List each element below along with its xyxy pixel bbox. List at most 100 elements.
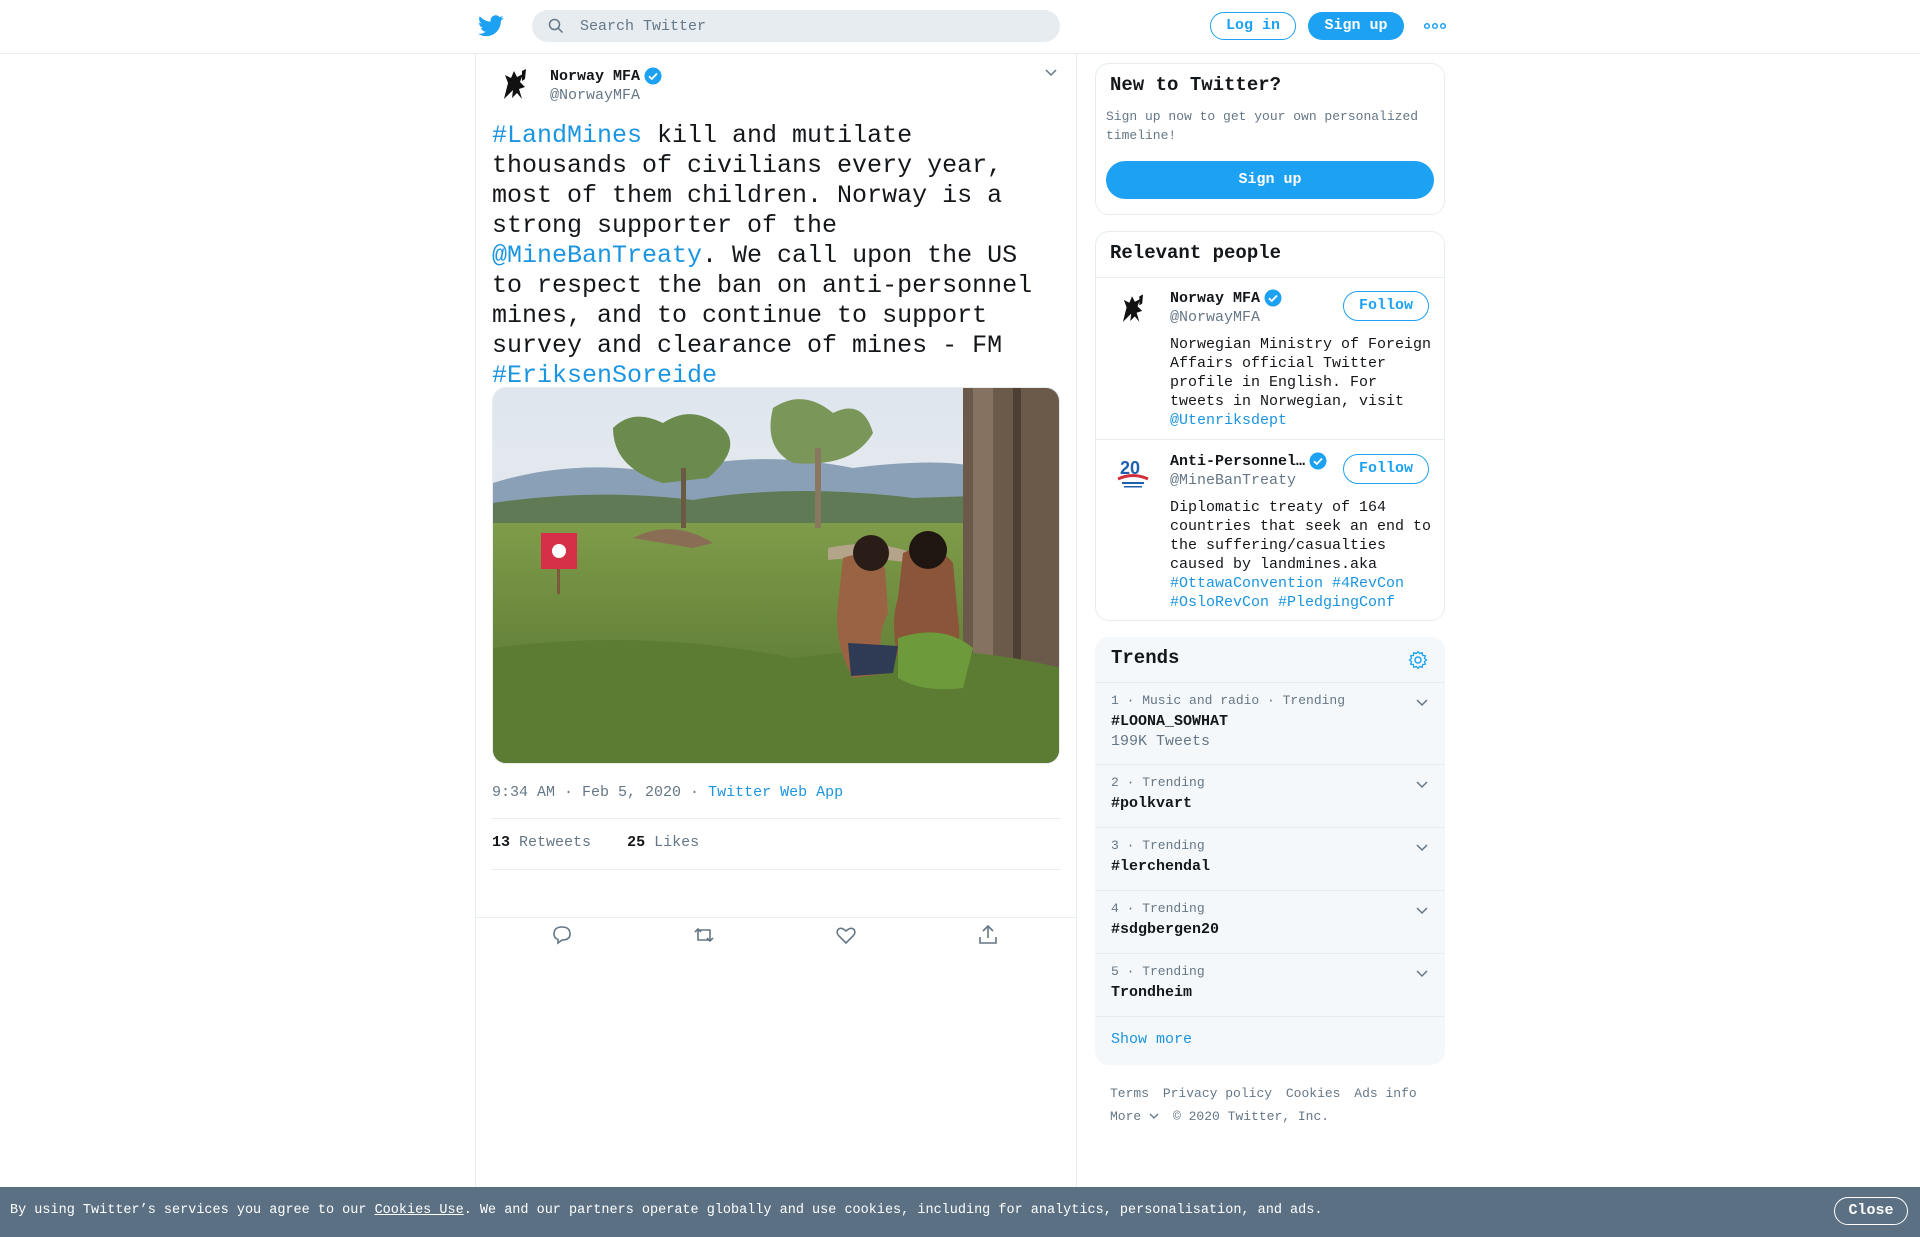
trend-meta: 4 · Trending [1111,901,1205,916]
search-box[interactable] [532,10,1060,42]
signup-button[interactable]: Sign up [1308,12,1404,40]
chevron-down-icon[interactable] [1044,65,1058,79]
norway-lion-logo-icon [492,63,538,109]
trend-item[interactable]: 1 · Music and radio · Trending #LOONA_SO… [1095,682,1445,765]
trend-tweet-count: 199K Tweets [1111,733,1211,750]
trend-name[interactable]: #lerchendal [1111,858,1210,875]
follow-button[interactable]: Follow [1343,291,1429,321]
verified-badge-icon [1309,452,1327,470]
likes-stat[interactable]: 25 Likes [627,834,699,851]
person-handle[interactable]: @MineBanTreaty [1170,472,1296,489]
trend-item[interactable]: 2 · Trending #polkvart [1095,764,1445,828]
person-bio-text: Norwegian Ministry of Foreign Affairs of… [1170,336,1432,410]
person-item[interactable]: 20 Anti-Personnel… @MineBanTreaty Follow… [1096,442,1444,617]
cookie-text: By using Twitter’s services you agree to… [10,1203,375,1218]
follow-button[interactable]: Follow [1343,454,1429,484]
mine-ban-treaty-logo-icon: 20 [1112,452,1154,494]
ads-info-link[interactable]: Ads info [1354,1086,1416,1101]
footer-more-menu[interactable]: More [1110,1109,1159,1124]
show-more-link[interactable]: Show more [1111,1031,1192,1048]
person-item[interactable]: Norway MFA @NorwayMFA Follow Norwegian M… [1096,279,1444,439]
chevron-down-icon[interactable] [1415,903,1429,917]
trend-meta: 3 · Trending [1111,838,1205,853]
tweet-column: Norway MFA @NorwayMFA #LandMines kill an… [475,53,1077,1237]
search-input[interactable] [580,10,1040,42]
more-options-icon[interactable] [1424,20,1446,32]
norway-lion-logo-icon [1112,289,1154,331]
verified-badge-icon [1264,289,1282,307]
divider [492,869,1060,870]
meta-separator: · [690,784,709,801]
tweet-source-link[interactable]: Twitter Web App [708,784,843,801]
terms-link[interactable]: Terms [1110,1086,1149,1101]
like-count: 25 [627,834,646,851]
cookie-message: By using Twitter’s services you agree to… [10,1203,1322,1218]
person-name-text[interactable]: Anti-Personnel… [1170,453,1305,470]
trend-name[interactable]: #LOONA_SOWHAT [1111,713,1228,730]
trend-item[interactable]: 5 · Trending Trondheim [1095,953,1445,1017]
trend-meta: 5 · Trending [1111,964,1205,979]
show-more-row: Show more [1095,1016,1445,1066]
author-name[interactable]: Norway MFA [550,67,662,85]
trend-item[interactable]: 3 · Trending #lerchendal [1095,827,1445,891]
reply-icon[interactable] [550,923,574,947]
bio-hashtag-links[interactable]: #OttawaConvention #4RevCon #OsloRevCon #… [1170,575,1404,611]
person-avatar[interactable] [1112,289,1154,331]
new-to-twitter-title: New to Twitter? [1110,74,1282,96]
cookie-close-button[interactable]: Close [1834,1197,1908,1225]
divider [492,818,1060,819]
new-to-twitter-description: Sign up now to get your own personalized… [1106,109,1419,143]
person-handle[interactable]: @NorwayMFA [1170,309,1260,326]
tweet-actions [492,923,1060,953]
person-name[interactable]: Anti-Personnel… [1170,452,1345,470]
trend-name[interactable]: Trondheim [1111,984,1192,1001]
person-bio: Norwegian Ministry of Foreign Affairs of… [1170,335,1434,430]
copyright: © 2020 Twitter, Inc. [1173,1109,1330,1124]
retweets-label: Retweets [519,834,592,851]
hashtag-link[interactable]: #EriksenSoreide [492,361,717,390]
person-name-text[interactable]: Norway MFA [1170,290,1260,307]
children-field-photo [493,388,1059,763]
search-icon [548,18,564,34]
person-name[interactable]: Norway MFA [1170,289,1345,307]
person-bio-text: Diplomatic treaty of 164 countries that … [1170,499,1432,573]
chevron-down-icon[interactable] [1415,966,1429,980]
retweet-icon[interactable] [692,923,716,947]
settings-gear-icon[interactable] [1408,650,1428,670]
trend-meta: 2 · Trending [1111,775,1205,790]
tweet-photo[interactable] [492,387,1060,764]
login-button[interactable]: Log in [1210,12,1296,40]
chevron-down-icon[interactable] [1415,840,1429,854]
chevron-down-icon[interactable] [1415,777,1429,791]
author-handle[interactable]: @NorwayMFA [550,87,640,104]
tweet-timestamp[interactable]: 9:34 AM · Feb 5, 2020 [492,784,681,801]
retweets-stat[interactable]: 13 Retweets [492,834,591,851]
chevron-down-icon [1149,1113,1159,1119]
cookies-link[interactable]: Cookies [1286,1086,1341,1101]
trend-name[interactable]: #sdgbergen20 [1111,921,1219,938]
like-heart-icon[interactable] [834,923,858,947]
author-avatar[interactable] [492,63,538,109]
bio-mention-link[interactable]: @Utenriksdept [1170,412,1287,429]
chevron-down-icon[interactable] [1415,695,1429,709]
trend-name[interactable]: #polkvart [1111,795,1192,812]
mention-link[interactable]: @MineBanTreaty [492,241,702,270]
cookies-use-link[interactable]: Cookies Use [375,1203,464,1218]
new-to-twitter-card: New to Twitter? Sign up now to get your … [1095,63,1445,215]
author-name-text[interactable]: Norway MFA [550,68,640,85]
person-avatar[interactable]: 20 [1112,452,1154,494]
trend-meta: 1 · Music and radio · Trending [1111,693,1346,708]
privacy-policy-link[interactable]: Privacy policy [1163,1086,1272,1101]
retweet-count: 13 [492,834,511,851]
cookie-consent-bar: By using Twitter’s services you agree to… [0,1187,1920,1237]
person-bio: Diplomatic treaty of 164 countries that … [1170,498,1434,612]
hashtag-link[interactable]: #LandMines [492,121,642,150]
trends-card: Trends 1 · Music and radio · Trending #L… [1095,637,1445,1065]
sidebar-signup-button[interactable]: Sign up [1106,161,1434,199]
cookie-text: . We and our partners operate globally a… [463,1203,1323,1218]
sidebar-footer: Terms Privacy policy Cookies Ads info Mo… [1110,1082,1423,1128]
trend-item[interactable]: 4 · Trending #sdgbergen20 [1095,890,1445,954]
twitter-bird-icon[interactable] [478,14,504,38]
divider [1096,439,1444,440]
share-icon[interactable] [976,923,1000,947]
